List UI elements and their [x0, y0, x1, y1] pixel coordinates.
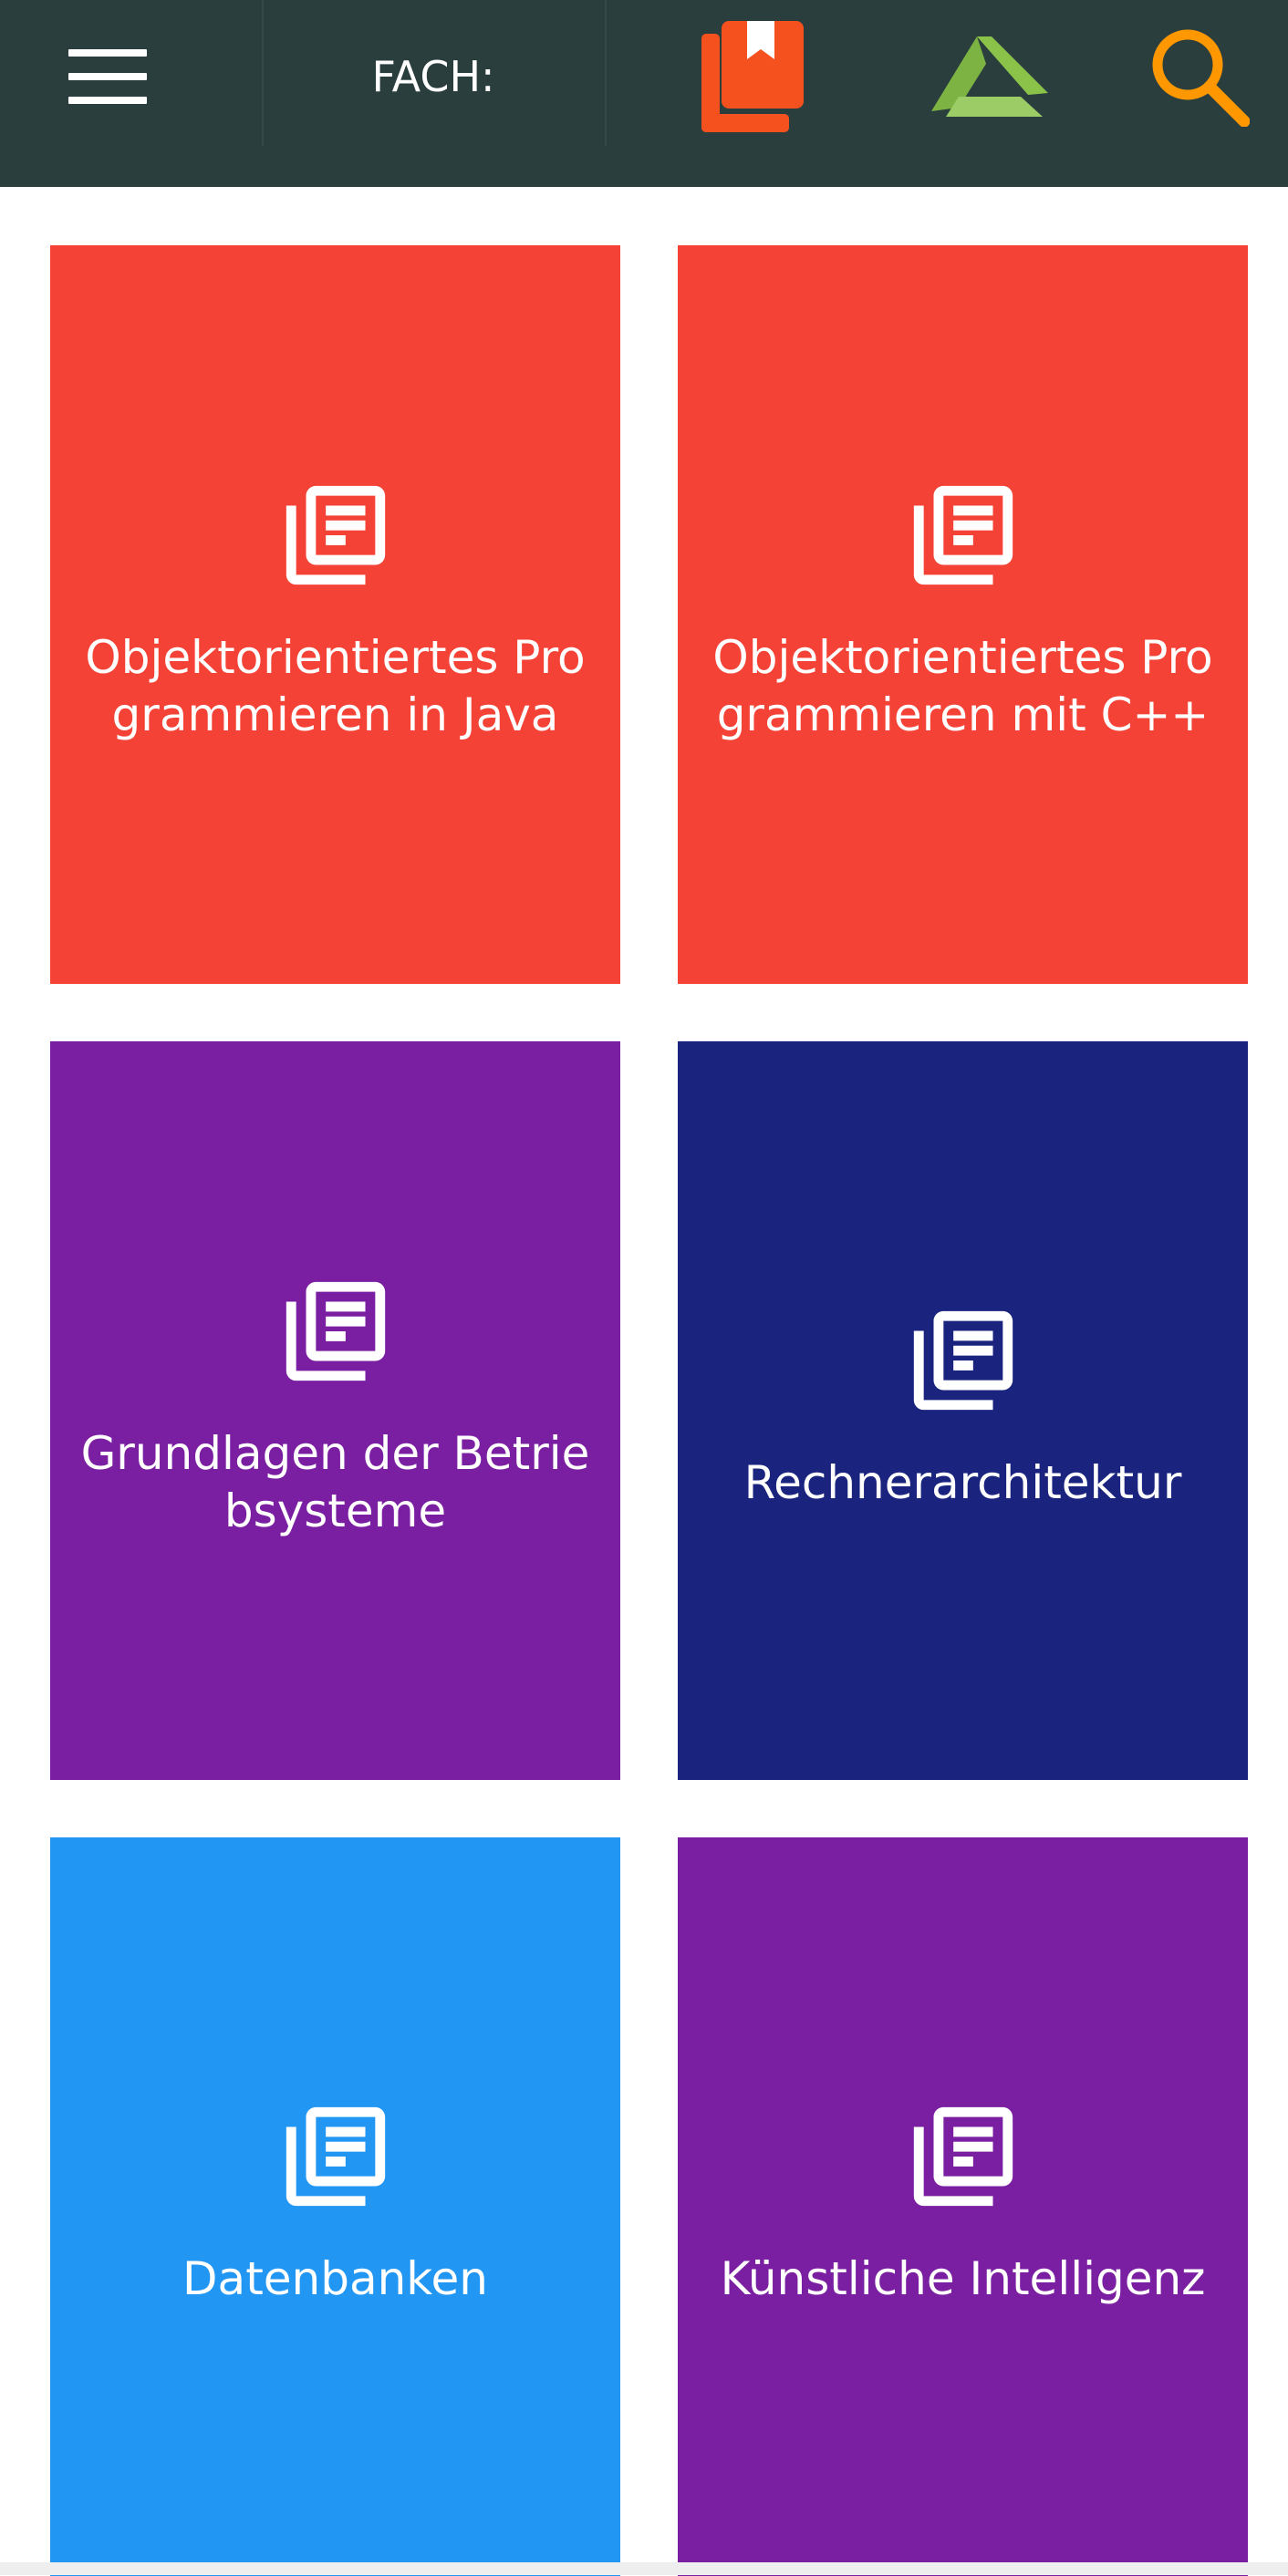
subject-label: Rechnerarchitektur — [743, 1455, 1182, 1509]
document-list-icon — [286, 2106, 385, 2206]
document-list-icon — [913, 485, 1013, 585]
document-list-icon — [286, 485, 385, 585]
document-list-icon — [286, 1281, 385, 1381]
page-title: FACH: — [371, 52, 495, 101]
subject-tile-betriebsysteme[interactable]: Grundlagen der Betriebsysteme — [50, 1041, 620, 1780]
search-button[interactable] — [1140, 0, 1259, 153]
subject-label: Künstliche Intelligenz — [720, 2251, 1206, 2305]
toolbar-divider — [605, 0, 607, 146]
book-icon — [701, 21, 804, 132]
subject-label: Datenbanken — [182, 2251, 488, 2305]
subject-label: Objektorientiertes Programmieren in Java — [85, 631, 586, 741]
app-logo-icon — [931, 36, 1048, 117]
app-logo-button[interactable] — [917, 0, 1063, 153]
subject-label: Objektorientiertes Programmieren mit C++ — [712, 631, 1213, 741]
subject-tile-java[interactable]: Objektorientiertes Programmieren in Java — [50, 245, 620, 984]
hamburger-menu-icon — [68, 49, 147, 104]
subject-tile-datenbanken[interactable]: Datenbanken — [50, 1837, 620, 2576]
document-list-icon — [913, 2106, 1013, 2206]
subject-tile-kuenstliche-intelligenz[interactable]: Künstliche Intelligenz — [678, 1837, 1248, 2576]
subjects-button[interactable] — [693, 0, 812, 153]
subject-label: Grundlagen der Betriebsysteme — [80, 1427, 590, 1537]
app-bar: FACH: — [0, 0, 1288, 187]
document-list-icon — [913, 1310, 1013, 1410]
subject-tile-cpp[interactable]: Objektorientiertes Programmieren mit C++ — [678, 245, 1248, 984]
scroll-edge — [0, 2562, 1288, 2575]
search-icon — [1152, 29, 1250, 127]
toolbar-divider — [262, 0, 264, 146]
subject-tile-rechnerarchitektur[interactable]: Rechnerarchitektur — [678, 1041, 1248, 1780]
menu-button[interactable] — [0, 0, 215, 153]
